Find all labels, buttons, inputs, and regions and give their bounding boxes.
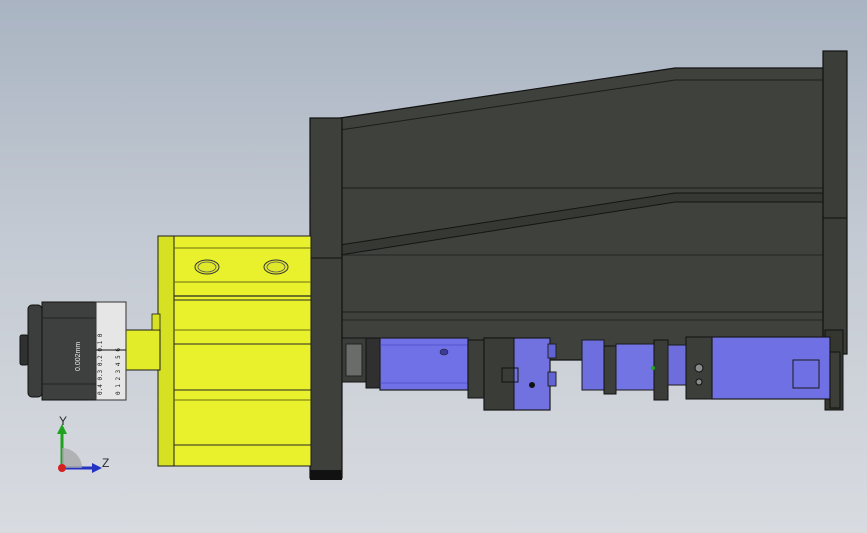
micrometer-scale-label: 0.002mm	[75, 342, 82, 371]
yellow-shaft[interactable]	[125, 329, 161, 371]
nut-assembly[interactable]	[341, 337, 381, 389]
z-axis-label: Z	[102, 456, 110, 470]
cad-model-drawing[interactable]: 0.002mm 0 1 2 3 4 5 6 0.4 0.3 0.2 0.1 0	[0, 0, 867, 533]
blue-motor-right[interactable]	[685, 336, 841, 409]
micrometer-thimble-digits: 0 1 2 3 4 5 6	[115, 348, 122, 395]
left-mounting-plate[interactable]	[309, 117, 343, 480]
y-axis-label: Y	[59, 414, 68, 428]
main-housing[interactable]	[339, 67, 826, 361]
blue-motor-left[interactable]	[379, 337, 469, 391]
shaft-collar[interactable]	[151, 313, 161, 331]
micrometer-head[interactable]	[19, 301, 127, 401]
blue-motor-middle[interactable]	[581, 339, 687, 401]
cad-viewport[interactable]: 0.002mm 0 1 2 3 4 5 6 0.4 0.3 0.2 0.1 0 …	[0, 0, 867, 533]
yellow-cylinder[interactable]	[157, 235, 312, 467]
coupling-block[interactable]	[467, 337, 557, 411]
origin-quadrant-icon	[62, 448, 82, 468]
x-axis-arrow-icon	[58, 464, 66, 472]
micrometer-sleeve-digits: 0.4 0.3 0.2 0.1 0	[97, 333, 104, 395]
